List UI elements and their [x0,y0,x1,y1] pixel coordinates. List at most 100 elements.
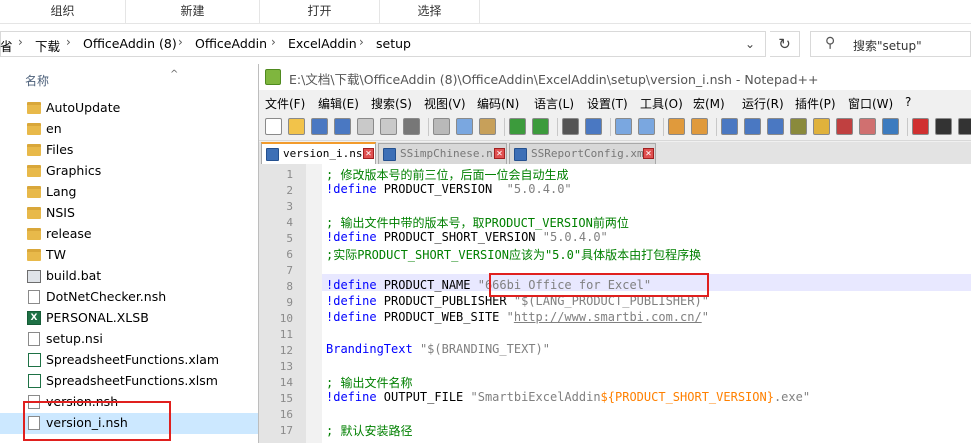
file-name: NSIS [46,205,75,220]
cut-icon[interactable] [433,118,450,135]
close-icon[interactable]: ✕ [494,148,505,159]
file-row[interactable]: en [0,119,258,140]
menu-item[interactable]: 设置(T) [587,95,628,112]
breadcrumb-chevron-icon[interactable]: › [66,35,71,49]
close-icon[interactable]: ✕ [363,148,374,159]
lang-icon[interactable] [790,118,807,135]
file-row[interactable]: TW [0,245,258,266]
file-row[interactable]: X PERSONAL.XLSB [0,308,258,329]
file-name: Lang [46,184,77,199]
undo-icon[interactable] [509,118,526,135]
replace-icon[interactable] [585,118,602,135]
breadcrumb-item[interactable]: setup [376,36,411,51]
breadcrumb-chevron-icon[interactable]: › [271,35,276,49]
menu-item[interactable]: 宏(M) [693,95,725,112]
open-file-icon[interactable] [288,118,305,135]
chevron-down-icon[interactable]: ⌄ [745,37,755,51]
function-list-icon[interactable] [836,118,853,135]
address-bar[interactable]: 省 › 下载 › OfficeAddin (8) › OfficeAddin ›… [0,31,766,57]
save-all-icon[interactable] [334,118,351,135]
file-row[interactable]: release [0,224,258,245]
menu-item[interactable]: ? [905,95,911,109]
close-icon[interactable] [357,118,374,135]
code-line[interactable]: ; 默认安装路径 [326,422,412,439]
zoom-out-icon[interactable] [638,118,655,135]
code-line[interactable]: !define PRODUCT_WEB_SITE "http://www.sma… [326,310,709,324]
breadcrumb-item[interactable]: 下载 [35,36,60,55]
menu-item[interactable]: 语言(L) [534,95,574,112]
print-icon[interactable] [403,118,420,135]
menu-item[interactable]: 视图(V) [424,95,466,112]
doc-map-icon[interactable] [813,118,830,135]
monitor-icon[interactable] [882,118,899,135]
breadcrumb-item[interactable]: 省 [0,36,13,55]
code-line[interactable]: !define PRODUCT_VERSION "5.0.4.0" [326,182,572,196]
breadcrumb-item[interactable]: OfficeAddin (8) [83,36,177,51]
ribbon-group-open[interactable]: 打开 [260,0,380,23]
indent-guide-icon[interactable] [767,118,784,135]
record-macro-icon[interactable] [912,118,929,135]
address-row: 省 › 下载 › OfficeAddin (8) › OfficeAddin ›… [0,24,971,64]
code-line[interactable]: !define PRODUCT_SHORT_VERSION "5.0.4.0" [326,230,608,244]
code-line[interactable]: ;实际PRODUCT_SHORT_VERSION应该为"5.0"具体版本由打包程… [326,246,701,263]
file-row[interactable]: Graphics [0,161,258,182]
ribbon-group-new[interactable]: 新建 [126,0,260,23]
menu-item[interactable]: 工具(O) [640,95,683,112]
ribbon-group-select[interactable]: 选择 [380,0,480,23]
tab-ssimpchinese[interactable]: SSimpChinese.nsh ✕ [378,143,507,164]
menu-item[interactable]: 编码(N) [477,95,519,112]
refresh-button[interactable]: ↻ [770,31,800,57]
file-row[interactable]: DotNetChecker.nsh [0,287,258,308]
code-line[interactable]: BrandingText "$(BRANDING_TEXT)" [326,342,550,356]
file-row[interactable]: build.bat [0,266,258,287]
file-row[interactable]: SpreadsheetFunctions.xlam [0,350,258,371]
sync-h-icon[interactable] [691,118,708,135]
play-macro-icon[interactable] [958,118,971,135]
file-row[interactable]: Files [0,140,258,161]
folder-icon [27,123,41,135]
all-chars-icon[interactable] [744,118,761,135]
wrap-icon[interactable] [721,118,738,135]
menu-item[interactable]: 编辑(E) [318,95,359,112]
code-line[interactable]: !define OUTPUT_FILE "SmartbiExcelAddin${… [326,390,810,404]
breadcrumb-item[interactable]: ExcelAddin [288,36,357,51]
tab-version-i[interactable]: version_i.nsh ✕ [261,142,376,164]
zoom-in-icon[interactable] [615,118,632,135]
breadcrumb-chevron-icon[interactable]: › [18,35,23,49]
folder-icon [27,207,41,219]
paste-icon[interactable] [479,118,496,135]
sync-v-icon[interactable] [668,118,685,135]
menu-item[interactable]: 窗口(W) [848,95,893,112]
menu-item[interactable]: 搜索(S) [371,95,412,112]
close-all-icon[interactable] [380,118,397,135]
code-editor[interactable]: 1 2 3 4 5 6 7 8 9 10 11 12 13 14 15 16 17 ; 修改版本号的前三位，后面… [259,164,971,443]
redo-icon[interactable] [532,118,549,135]
breadcrumb-chevron-icon[interactable]: › [359,35,364,49]
file-row[interactable]: Lang [0,182,258,203]
search-icon: ⚲ [825,35,836,51]
menu-item[interactable]: 插件(P) [795,95,836,112]
tab-bar: version_i.nsh ✕ SSimpChinese.nsh ✕ SSRep… [259,142,971,164]
code-line[interactable]: ; 输出文件名称 [326,374,412,391]
file-row[interactable]: setup.nsi [0,329,258,350]
copy-icon[interactable] [456,118,473,135]
close-icon[interactable]: ✕ [643,148,654,159]
menu-item[interactable]: 运行(R) [742,95,784,112]
file-row[interactable]: SpreadsheetFunctions.xlsm [0,371,258,392]
file-row[interactable]: NSIS [0,203,258,224]
file-row[interactable]: AutoUpdate [0,98,258,119]
breadcrumb-chevron-icon[interactable]: › [178,35,183,49]
tab-ssreportconfig[interactable]: SSReportConfig.xml ✕ [509,143,656,164]
folder-workspace-icon[interactable] [859,118,876,135]
menu-item[interactable]: 文件(F) [265,95,305,112]
column-header-name[interactable]: 名称 ^ [25,69,178,89]
stop-macro-icon[interactable] [935,118,952,135]
search-input[interactable]: ⚲ 搜索"setup" [810,31,971,57]
find-icon[interactable] [562,118,579,135]
code-line[interactable]: ; 输出文件中带的版本号，取PRODUCT_VERSION前两位 [326,214,629,231]
breadcrumb-item[interactable]: OfficeAddin [195,36,267,51]
new-file-icon[interactable] [265,118,282,135]
ribbon-group-organize[interactable]: 组织 [0,0,126,23]
code-line[interactable]: ; 修改版本号的前三位，后面一位会自动生成 [326,166,568,183]
save-icon[interactable] [311,118,328,135]
